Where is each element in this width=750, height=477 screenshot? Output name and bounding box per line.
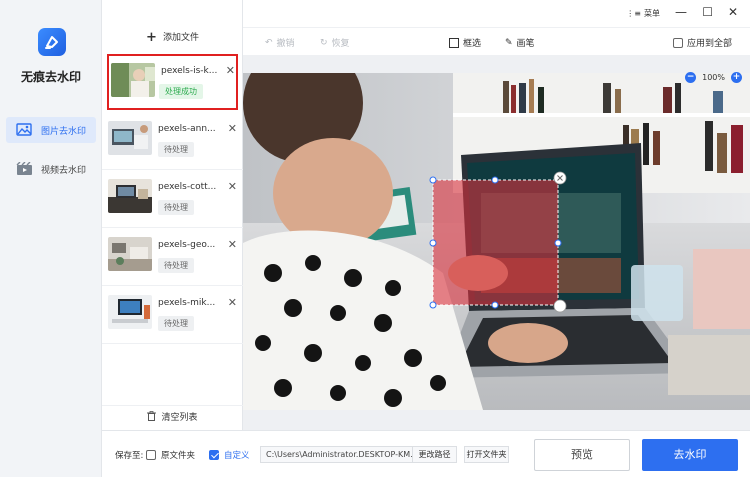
trash-icon xyxy=(147,411,157,424)
add-file-label: 添加文件 xyxy=(162,33,199,43)
file-item[interactable]: pexels-is-k... 处理成功 ✕ xyxy=(107,54,238,110)
original-folder-checkbox[interactable]: 原文件夹 xyxy=(146,449,195,461)
file-thumbnail xyxy=(111,63,155,97)
clear-list-label: 清空列表 xyxy=(161,413,198,423)
save-to-text: 保存至: xyxy=(115,451,144,461)
nav-item-video-watermark[interactable]: 视频去水印 xyxy=(6,156,96,182)
app-name: 无痕去水印 xyxy=(20,70,81,84)
zoom-out-button[interactable]: − xyxy=(685,72,697,83)
menu-label: 菜单 xyxy=(644,9,660,18)
apply-all-label: 应用到全部 xyxy=(687,39,733,49)
plus-icon: + xyxy=(146,30,157,45)
nav-item-label: 图片去水印 xyxy=(41,126,87,137)
status-badge: 待处理 xyxy=(158,142,194,157)
undo-icon: ↶ xyxy=(265,37,273,48)
apply-all-checkbox[interactable]: 应用到全部 xyxy=(673,36,732,49)
close-icon[interactable]: ✕ xyxy=(226,64,235,77)
custom-label: 自定义 xyxy=(224,451,250,461)
file-name: pexels-is-k... xyxy=(161,66,218,76)
status-badge: 待处理 xyxy=(158,258,194,273)
file-thumbnail xyxy=(108,179,152,213)
undo-label: 撤销 xyxy=(276,39,295,49)
file-name: pexels-cott... xyxy=(158,182,217,192)
zoom-level: 100% xyxy=(702,73,725,82)
nav-item-image-watermark[interactable]: 图片去水印 xyxy=(6,117,96,143)
checkbox-icon xyxy=(673,37,683,48)
checkbox-icon xyxy=(146,450,156,460)
remove-watermark-button[interactable]: 去水印 xyxy=(642,439,738,471)
file-name: pexels-geo... xyxy=(158,240,216,250)
redo-label: 恢复 xyxy=(331,39,350,49)
preview-button[interactable]: 预览 xyxy=(534,439,630,471)
image-canvas[interactable]: − 100% + xyxy=(243,55,750,430)
toolbar: ↶ 撤销 ↻ 恢复 框选 ✎ 画笔 应用到全部 xyxy=(243,27,750,55)
file-item[interactable]: pexels-ann... 待处理 ✕ xyxy=(102,112,243,170)
custom-checkbox[interactable]: 自定义 xyxy=(209,449,250,461)
file-panel: + 添加文件 pexels-is-k... 处理成功 ✕ pexels-ann..… xyxy=(102,0,243,430)
file-name: pexels-mik... xyxy=(158,298,216,308)
file-name: pexels-ann... xyxy=(158,124,216,134)
video-icon xyxy=(16,161,34,176)
file-item[interactable]: pexels-geo... 待处理 ✕ xyxy=(102,228,243,286)
brush-tool[interactable]: ✎ 画笔 xyxy=(505,36,535,50)
preview-image xyxy=(243,73,750,410)
zoom-control: − 100% + xyxy=(685,72,742,83)
file-thumbnail xyxy=(108,295,152,329)
undo-button[interactable]: ↶ 撤销 xyxy=(265,36,295,50)
file-item[interactable]: pexels-cott... 待处理 ✕ xyxy=(102,170,243,228)
nav-item-label: 视频去水印 xyxy=(41,165,87,176)
box-select-label: 框选 xyxy=(463,39,482,49)
image-icon xyxy=(16,123,34,137)
redo-button[interactable]: ↻ 恢复 xyxy=(320,36,350,50)
bottom-bar: 保存至: 原文件夹 自定义 C:\Users\Administrator.DES… xyxy=(102,430,750,477)
file-thumbnail xyxy=(108,121,152,155)
title-bar: ⋮≡ 菜单 — ☐ ✕ xyxy=(243,0,750,27)
zoom-in-button[interactable]: + xyxy=(731,72,742,83)
save-to-label: 保存至: xyxy=(115,449,143,461)
clear-list-button[interactable]: 清空列表 xyxy=(102,410,243,424)
box-select-icon xyxy=(449,37,459,48)
close-window-icon[interactable]: ✕ xyxy=(728,5,738,19)
status-badge: 处理成功 xyxy=(159,84,203,99)
menu-icon: ⋮≡ xyxy=(626,9,641,18)
app-logo-icon xyxy=(38,28,66,56)
checkbox-checked-icon xyxy=(209,450,219,460)
file-item[interactable]: pexels-mik... 待处理 ✕ xyxy=(102,286,243,344)
file-thumbnail xyxy=(108,237,152,271)
close-icon[interactable]: ✕ xyxy=(228,180,237,193)
menu-button[interactable]: ⋮≡ 菜单 xyxy=(626,8,660,19)
redo-icon: ↻ xyxy=(320,37,328,48)
close-icon[interactable]: ✕ xyxy=(228,238,237,251)
minimize-icon[interactable]: — xyxy=(675,5,687,19)
close-icon[interactable]: ✕ xyxy=(228,122,237,135)
brush-icon: ✎ xyxy=(505,37,513,48)
box-select-tool[interactable]: 框选 xyxy=(449,36,481,49)
status-badge: 待处理 xyxy=(158,200,194,215)
brush-label: 画笔 xyxy=(516,39,535,49)
close-icon[interactable]: ✕ xyxy=(228,296,237,309)
left-nav: 无痕去水印 图片去水印 视频去水印 xyxy=(0,0,102,477)
add-file-button[interactable]: + 添加文件 xyxy=(102,30,243,45)
original-folder-label: 原文件夹 xyxy=(161,451,196,461)
open-folder-button[interactable]: 打开文件夹 xyxy=(464,446,509,463)
maximize-icon[interactable]: ☐ xyxy=(702,5,713,19)
change-path-button[interactable]: 更改路径 xyxy=(412,446,457,463)
status-badge: 待处理 xyxy=(158,316,194,331)
